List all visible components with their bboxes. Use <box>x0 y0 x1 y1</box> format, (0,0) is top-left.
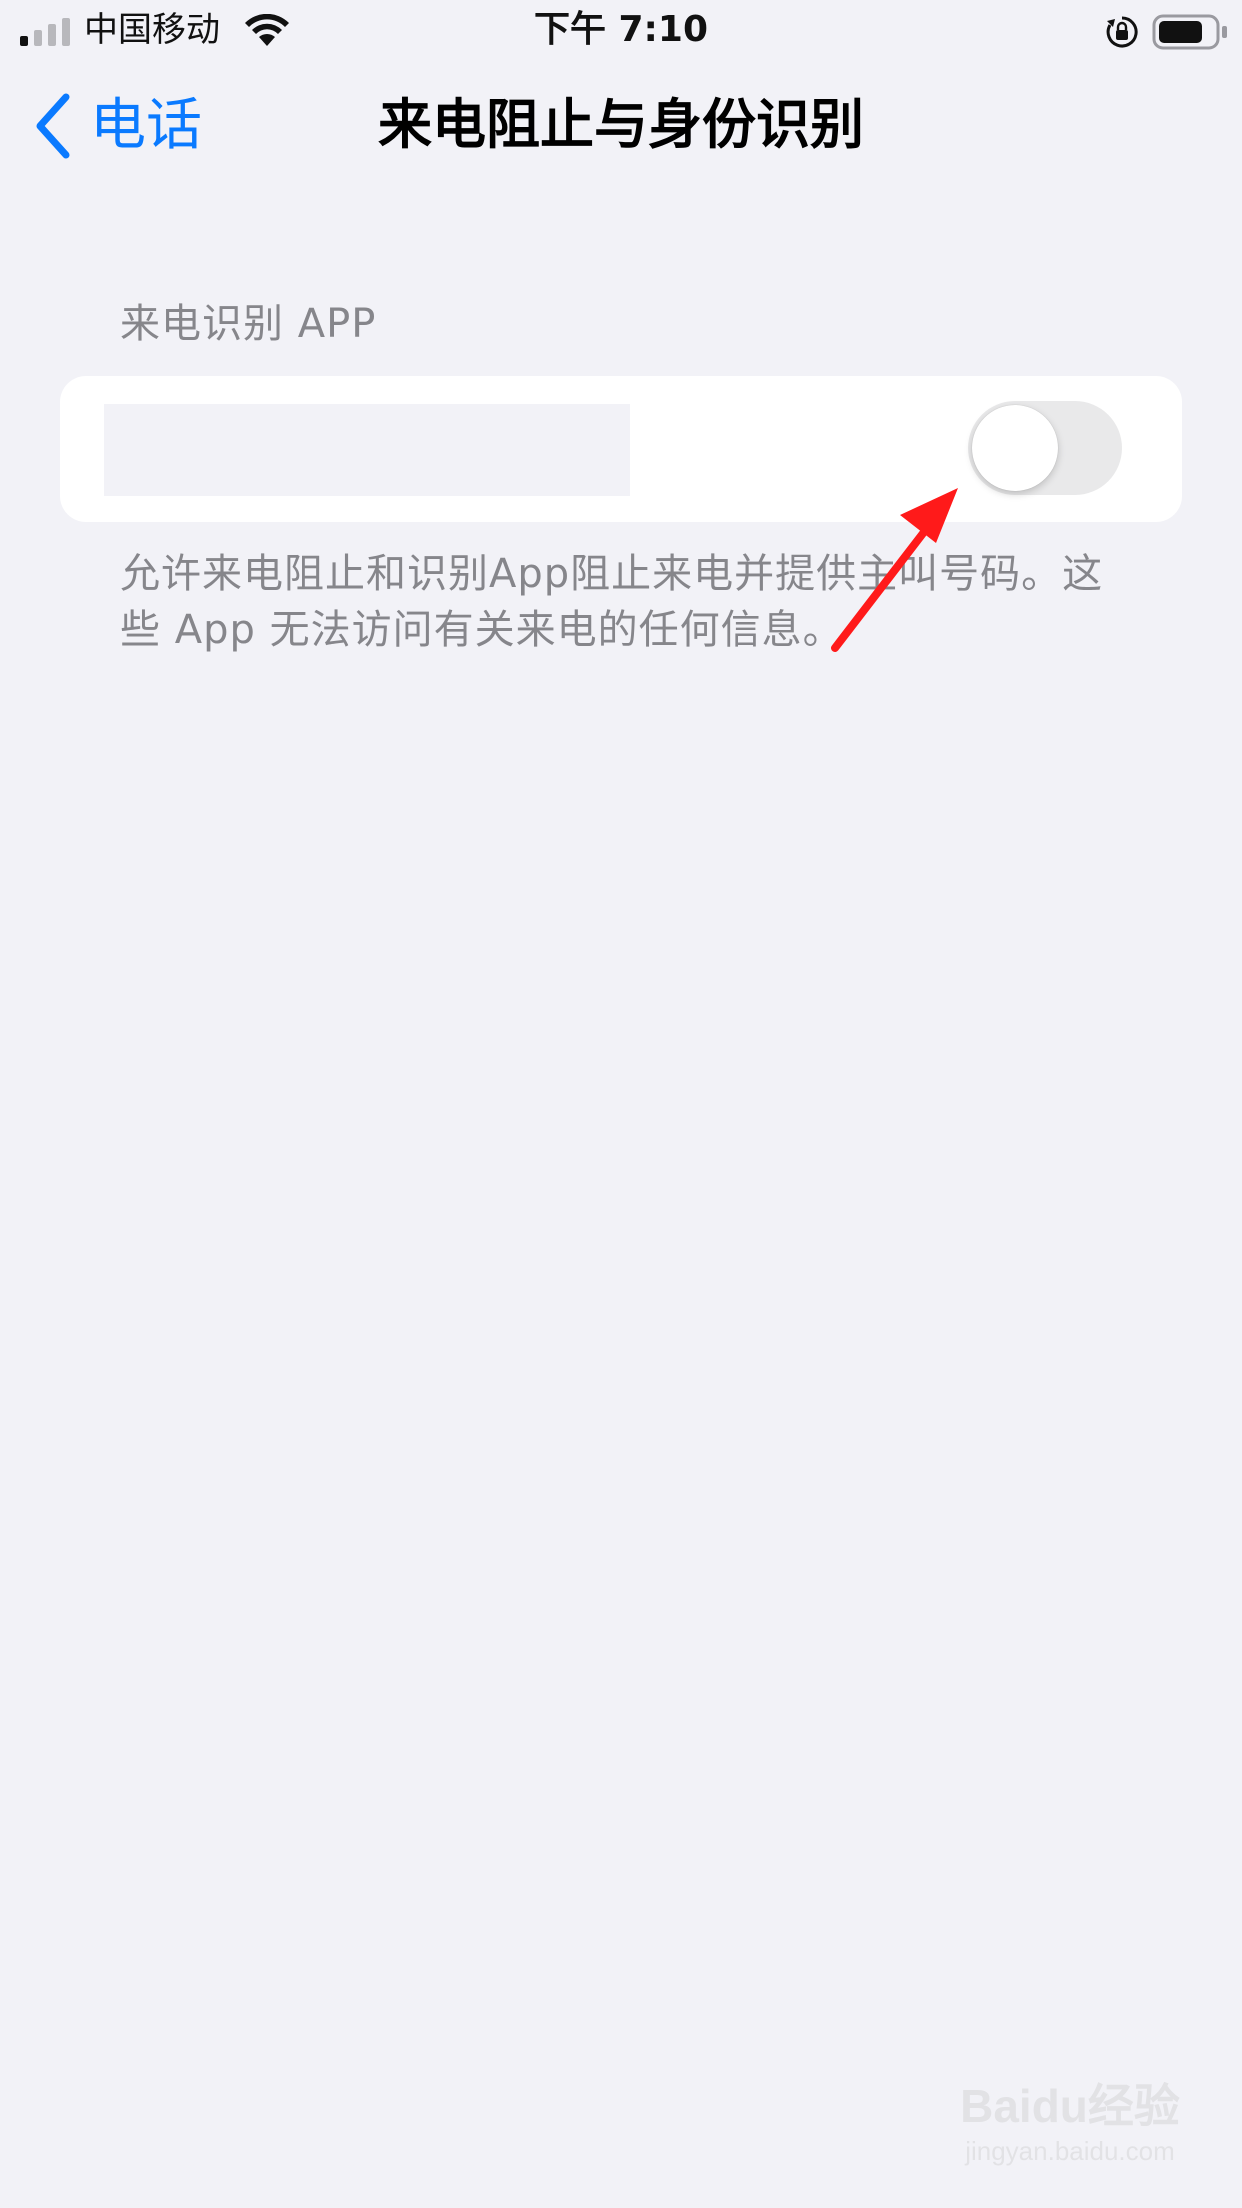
navigation-bar: 电话 来电阻止与身份识别 <box>0 62 1242 190</box>
status-bar: 中国移动 下午 7:10 <box>0 0 1242 62</box>
redacted-app-name <box>104 404 630 496</box>
section-footer: 允许来电阻止和识别App阻止来电并提供主叫号码。这些 App 无法访问有关来电的… <box>120 551 1104 653</box>
orientation-lock-icon <box>1106 16 1138 48</box>
back-button-label: 电话 <box>90 93 202 158</box>
section-header: 来电识别 APP <box>120 301 377 347</box>
baidu-watermark: Baidu经验 jingyan.baidu.com <box>950 2070 1190 2180</box>
battery-icon <box>1152 14 1227 50</box>
screen: 中国移动 下午 7:10 电话 来电阻止与身份识别 来电识别 APP 允许来电阻… <box>0 0 1242 2208</box>
chevron-left-icon <box>36 93 70 159</box>
watermark-brand: Baidu经验 <box>960 2080 1180 2132</box>
battery-level-fill <box>1159 21 1202 43</box>
watermark-url: jingyan.baidu.com <box>965 2136 1175 2166</box>
status-time: 下午 7:10 <box>533 9 709 50</box>
call-identification-toggle[interactable] <box>968 401 1122 495</box>
back-button[interactable]: 电话 <box>30 88 202 164</box>
toggle-knob <box>972 405 1058 491</box>
settings-group <box>60 376 1182 522</box>
page-title: 来电阻止与身份识别 <box>378 93 864 156</box>
